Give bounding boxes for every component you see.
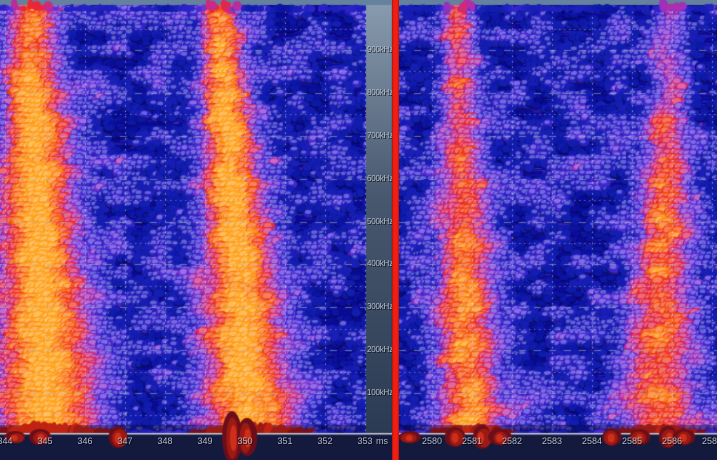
time-tick-label: 2586 bbox=[662, 436, 682, 446]
frequency-tick-label: 400kHz bbox=[367, 259, 393, 268]
time-tick-label: 2581 bbox=[462, 436, 482, 446]
time-tick-label: 347 bbox=[117, 436, 132, 446]
time-tick-label: 345 bbox=[37, 436, 52, 446]
time-tick-label: 2584 bbox=[582, 436, 602, 446]
time-tick-label: 349 bbox=[197, 436, 212, 446]
spectrogram-canvas[interactable] bbox=[0, 0, 717, 460]
time-tick-label: 2587 bbox=[702, 436, 717, 446]
time-tick-label: 2582 bbox=[502, 436, 522, 446]
time-axis-unit: ms bbox=[376, 436, 388, 446]
time-tick-label: 350 bbox=[237, 436, 252, 446]
frequency-tick-label: 600kHz bbox=[367, 174, 393, 183]
frequency-tick-label: 300kHz bbox=[367, 302, 393, 311]
frequency-tick-label: 700kHz bbox=[367, 131, 393, 140]
time-tick-label: 344 bbox=[0, 436, 13, 446]
frequency-tick-label: 800kHz bbox=[367, 88, 393, 97]
time-tick-label: 351 bbox=[277, 436, 292, 446]
time-tick-label: 2580 bbox=[422, 436, 442, 446]
frequency-tick-label: 100kHz bbox=[367, 388, 393, 397]
time-tick-label: 346 bbox=[77, 436, 92, 446]
frequency-tick-label: 200kHz bbox=[367, 345, 393, 354]
frequency-tick-label: 500kHz bbox=[367, 217, 393, 226]
frequency-tick-label: 900kHz bbox=[367, 45, 393, 54]
time-tick-label: 348 bbox=[157, 436, 172, 446]
red-divider-line bbox=[392, 0, 399, 460]
time-tick-label: 2583 bbox=[542, 436, 562, 446]
time-tick-label: 2585 bbox=[622, 436, 642, 446]
time-tick-label: 353 bbox=[357, 436, 372, 446]
dual-spectrogram-view: 900kHz 800kHz 700kHz 600kHz 500kHz 400kHz 300k… bbox=[0, 0, 717, 460]
time-tick-label: 352 bbox=[317, 436, 332, 446]
